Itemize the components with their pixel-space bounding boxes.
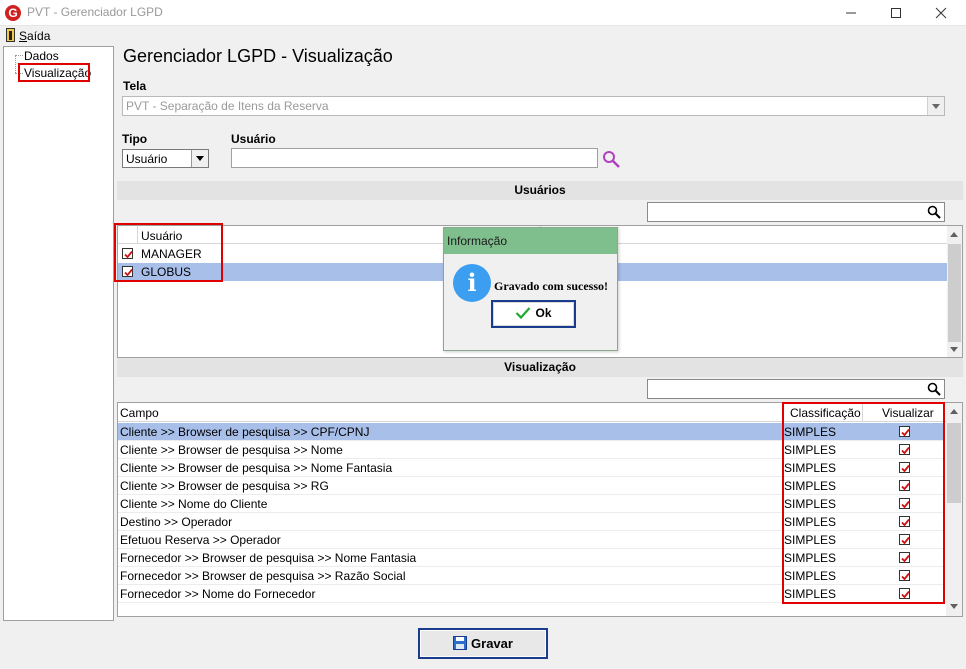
window-title: PVT - Gerenciador LGPD — [27, 5, 163, 19]
campo-cell: Cliente >> Browser de pesquisa >> RG — [120, 479, 329, 493]
annotation-highlight-box — [114, 223, 223, 282]
campo-cell: Fornecedor >> Browser de pesquisa >> Raz… — [120, 569, 406, 583]
tree-item-dados[interactable]: Dados — [24, 49, 59, 63]
campo-cell: Destino >> Operador — [120, 515, 233, 529]
search-icon[interactable] — [927, 205, 941, 219]
vis-filter-input[interactable] — [647, 379, 945, 399]
campo-cell: Fornecedor >> Browser de pesquisa >> Nom… — [120, 551, 417, 565]
save-button[interactable]: Gravar — [418, 628, 548, 659]
campo-cell: Cliente >> Browser de pesquisa >> Nome F… — [120, 461, 393, 475]
save-button-label: Gravar — [471, 636, 513, 651]
tipo-select-value: Usuário — [126, 152, 168, 166]
annotation-highlight-box — [18, 63, 90, 82]
page-title: Gerenciador LGPD - Visualização — [123, 46, 393, 66]
maximize-button[interactable] — [873, 0, 919, 26]
annotation-highlight-box — [782, 402, 945, 604]
close-button[interactable] — [918, 0, 964, 26]
campo-cell: Efetuou Reserva >> Operador — [120, 533, 281, 547]
navigation-tree — [3, 46, 114, 621]
tela-select[interactable]: PVT - Separação de Itens da Reserva — [122, 96, 945, 116]
minimize-icon — [846, 12, 856, 14]
exit-door-icon[interactable] — [6, 28, 15, 42]
vis-section-header: Visualização — [117, 358, 963, 377]
tipo-select[interactable]: Usuário — [122, 149, 209, 168]
chevron-down-icon[interactable] — [191, 150, 208, 167]
scroll-up-icon[interactable] — [950, 232, 958, 237]
floppy-disk-icon — [453, 636, 468, 650]
dialog-message: Gravado com sucesso! — [494, 279, 608, 293]
ok-button[interactable]: Ok — [491, 300, 576, 328]
info-icon: i — [453, 264, 491, 302]
search-icon[interactable] — [927, 382, 941, 396]
scroll-up-icon[interactable] — [950, 409, 958, 414]
campo-cell: Fornecedor >> Nome do Fornecedor — [120, 587, 316, 601]
tree-line — [15, 55, 23, 56]
maximize-icon — [891, 8, 901, 18]
tela-select-value: PVT - Separação de Itens da Reserva — [126, 99, 329, 113]
users-filter-input[interactable] — [647, 202, 945, 222]
checkmark-icon — [516, 307, 531, 320]
tipo-label: Tipo — [122, 132, 148, 146]
scroll-down-icon[interactable] — [950, 604, 958, 609]
ok-button-label: Ok — [535, 306, 552, 320]
campo-cell: Cliente >> Browser de pesquisa >> CPF/CP… — [120, 425, 370, 439]
tela-label: Tela — [123, 79, 147, 93]
tree-line — [15, 55, 16, 73]
campo-cell: Cliente >> Nome do Cliente — [120, 497, 268, 511]
close-icon — [935, 7, 947, 19]
users-scrollbar-thumb[interactable] — [948, 244, 961, 342]
menu-bar — [0, 26, 966, 45]
dialog-title: Informação — [444, 228, 617, 254]
campo-cell: Cliente >> Browser de pesquisa >> Nome — [120, 443, 343, 457]
usuario-label: Usuário — [231, 132, 276, 146]
scroll-down-icon[interactable] — [950, 347, 958, 352]
search-icon[interactable] — [602, 150, 621, 169]
usuario-input[interactable] — [231, 148, 598, 168]
minimize-button[interactable] — [828, 0, 874, 26]
vis-scrollbar-thumb[interactable] — [947, 423, 961, 503]
users-section-header: Usuários — [117, 181, 963, 200]
menu-exit[interactable]: Saída — [19, 29, 50, 43]
vis-column-campo[interactable]: Campo — [120, 406, 159, 420]
app-logo-icon: G — [5, 5, 21, 21]
chevron-down-icon[interactable] — [927, 97, 944, 115]
